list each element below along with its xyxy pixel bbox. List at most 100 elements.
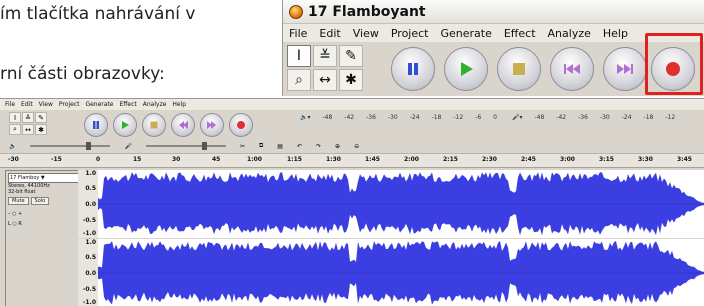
scale-label: -0.5 xyxy=(82,217,96,224)
envelope-tool-icon[interactable]: ≚ xyxy=(22,112,34,123)
zoom-out-icon[interactable]: ⊖ xyxy=(354,143,359,150)
waveform-left-channel[interactable] xyxy=(98,170,704,238)
cut-icon[interactable]: ✂ xyxy=(240,143,245,150)
selection-tool-icon[interactable]: I xyxy=(287,45,311,67)
volume-icon: 🔈 xyxy=(9,142,17,150)
paste-icon[interactable]: ▤ xyxy=(277,143,283,150)
audacity-window-screenshot: File Edit View Project Generate Effect A… xyxy=(0,98,704,306)
ruler-label: 30 xyxy=(172,156,181,163)
redo-icon[interactable]: ↷ xyxy=(316,143,321,150)
record-button[interactable] xyxy=(651,47,695,91)
menu-project[interactable]: Project xyxy=(391,27,429,40)
pause-button[interactable] xyxy=(391,47,435,91)
solo-button[interactable]: Solo xyxy=(30,197,50,205)
play-button[interactable] xyxy=(113,113,137,137)
ruler-label: 3:15 xyxy=(599,156,614,163)
meter-tick: -48 xyxy=(534,114,545,121)
pan-left-label: L xyxy=(8,221,11,227)
mixer-and-edit-toolbar: 🔈 🎤 ✂ ⧉ ▤ ↶ ↷ ⊕ ⊖ xyxy=(9,140,699,152)
ruler-label: -30 xyxy=(8,156,19,163)
audio-track: 17 Flamboy ▼ Stereo, 44100Hz 32-bit floa… xyxy=(0,170,704,306)
meter-ticks-record: 🎤▾ -48 -42 -36 -30 -24 -18 -12 xyxy=(512,114,675,121)
waveform-right-channel[interactable] xyxy=(98,239,704,306)
meter-tick: -36 xyxy=(366,114,376,121)
menu-bar: File Edit View Project Generate Effect A… xyxy=(283,24,704,42)
menu-edit[interactable]: Edit xyxy=(21,101,33,108)
meter-tick: -48 xyxy=(322,114,333,121)
ruler-label: 2:15 xyxy=(443,156,458,163)
stop-button[interactable] xyxy=(497,47,541,91)
pan-slider[interactable]: L ○ R xyxy=(8,221,87,227)
menu-help[interactable]: Help xyxy=(172,101,186,108)
skip-start-button[interactable] xyxy=(171,113,195,137)
instruction-line-3: rní části obrazovky: xyxy=(0,64,165,84)
playback-volume-slider[interactable] xyxy=(30,142,111,150)
record-button[interactable] xyxy=(229,113,253,137)
pause-button[interactable] xyxy=(84,113,108,137)
zoomed-toolbar-inset: 17 Flamboyant File Edit View Project Gen… xyxy=(282,0,704,96)
ruler-label: 2:30 xyxy=(482,156,497,163)
pause-icon xyxy=(408,63,418,75)
multi-tool-icon[interactable]: ✱ xyxy=(35,124,47,135)
skip-start-icon xyxy=(179,121,188,129)
draw-tool-icon[interactable]: ✎ xyxy=(339,45,363,67)
selection-tool-icon[interactable]: I xyxy=(9,112,21,123)
meter-tick: -36 xyxy=(578,114,588,121)
tools-toolbar: I ≚ ✎ ⌕ ↔ ✱ xyxy=(287,45,373,93)
timeshift-tool-icon[interactable]: ↔ xyxy=(313,69,337,91)
meter-tick: -12 xyxy=(665,114,676,121)
menu-effect[interactable]: Effect xyxy=(504,27,536,40)
meter-tick: -42 xyxy=(344,114,355,121)
menu-file[interactable]: File xyxy=(289,27,307,40)
zoom-in-icon[interactable]: ⊕ xyxy=(335,143,340,150)
skip-end-button[interactable] xyxy=(603,47,647,91)
menu-edit[interactable]: Edit xyxy=(319,27,340,40)
window-title: 17 Flamboyant xyxy=(308,3,426,20)
draw-tool-icon[interactable]: ✎ xyxy=(35,112,47,123)
menu-help[interactable]: Help xyxy=(603,27,628,40)
meter-toolbar: 🔈▾ -48 -42 -36 -30 -24 -18 -12 -6 0 🎤▾ -… xyxy=(300,112,704,138)
timeline-ruler[interactable]: -30 -15 0 15 30 45 1:00 1:15 1:30 1:45 2… xyxy=(0,154,704,168)
menu-view[interactable]: View xyxy=(353,27,379,40)
transport-toolbar xyxy=(391,47,647,91)
mute-button[interactable]: Mute xyxy=(8,197,29,205)
skip-start-button[interactable] xyxy=(550,47,594,91)
ruler-label: 3:45 xyxy=(677,156,692,163)
skip-end-button[interactable] xyxy=(200,113,224,137)
scale-label: -1.0 xyxy=(82,230,96,237)
scale-label: 0.0 xyxy=(85,270,96,277)
scale-label: -0.5 xyxy=(82,286,96,293)
menu-view[interactable]: View xyxy=(39,101,53,108)
menu-file[interactable]: File xyxy=(5,101,15,108)
copy-icon[interactable]: ⧉ xyxy=(259,142,263,150)
record-volume-slider[interactable] xyxy=(145,142,226,150)
ruler-label: 1:30 xyxy=(326,156,341,163)
play-button[interactable] xyxy=(444,47,488,91)
envelope-tool-icon[interactable]: ≚ xyxy=(313,45,337,67)
zoom-tool-icon[interactable]: ⌕ xyxy=(287,69,311,91)
amplitude-scale-bottom: 1.0 0.5 0.0 -0.5 -1.0 xyxy=(78,239,98,306)
menu-generate[interactable]: Generate xyxy=(440,27,491,40)
stop-button[interactable] xyxy=(142,113,166,137)
zoom-tool-icon[interactable]: ⌕ xyxy=(9,124,21,135)
ruler-label: 1:45 xyxy=(365,156,380,163)
ruler-label: 45 xyxy=(212,156,221,163)
play-icon xyxy=(461,62,473,76)
menu-bar-small: File Edit View Project Generate Effect A… xyxy=(0,99,704,110)
gain-slider[interactable]: – ○ + xyxy=(8,211,87,217)
multi-tool-icon[interactable]: ✱ xyxy=(339,69,363,91)
skip-end-icon xyxy=(617,64,633,74)
menu-effect[interactable]: Effect xyxy=(119,101,136,108)
timeshift-tool-icon[interactable]: ↔ xyxy=(22,124,34,135)
ruler-label: -15 xyxy=(51,156,62,163)
record-icon xyxy=(237,121,245,129)
undo-icon[interactable]: ↶ xyxy=(297,143,302,150)
menu-analyze[interactable]: Analyze xyxy=(548,27,591,40)
menu-analyze[interactable]: Analyze xyxy=(143,101,167,108)
meter-tick: 0 xyxy=(493,114,497,121)
menu-generate[interactable]: Generate xyxy=(85,101,113,108)
ruler-label: 1:15 xyxy=(287,156,302,163)
menu-project[interactable]: Project xyxy=(59,101,80,108)
tools-toolbar-small: I ≚ ✎ ⌕ ↔ ✱ xyxy=(9,112,47,135)
track-name-menu[interactable]: 17 Flamboy ▼ xyxy=(8,173,87,183)
